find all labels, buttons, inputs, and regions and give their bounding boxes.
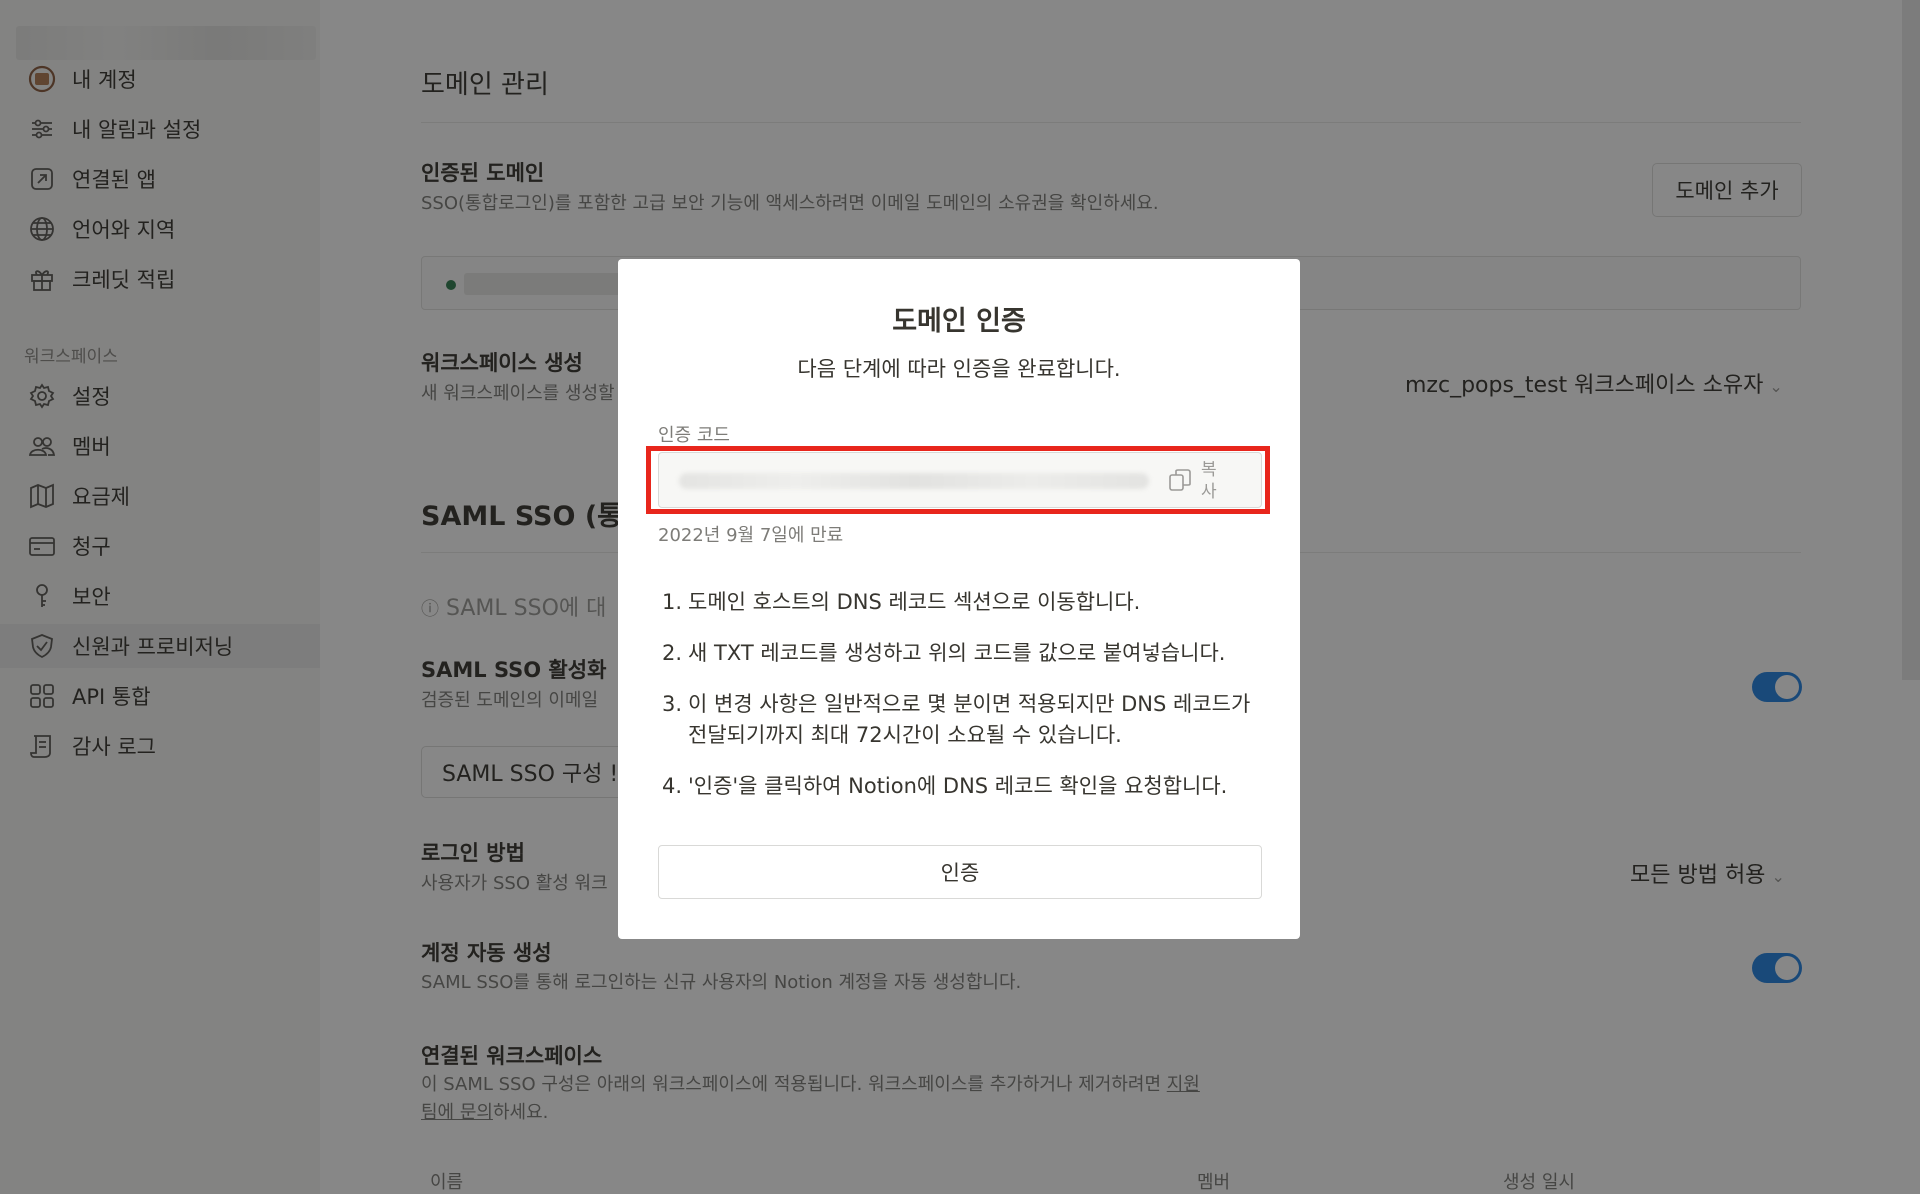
step-number: 4.: [661, 774, 682, 798]
instruction-list: 1. 도메인 호스트의 DNS 레코드 섹션으로 이동합니다. 2. 새 TXT…: [658, 587, 1270, 822]
step-number: 1.: [661, 590, 682, 614]
list-item: 2. 새 TXT 레코드를 생성하고 위의 코드를 값으로 붙여넣습니다.: [658, 638, 1270, 669]
list-item: 3. 이 변경 사항은 일반적으로 몇 분이면 적용되지만 DNS 레코드가 전…: [658, 689, 1270, 751]
scrollbar[interactable]: [1902, 0, 1920, 680]
step-text: '인증'을 클릭하여 Notion에 DNS 레코드 확인을 요청합니다.: [688, 774, 1228, 798]
verify-button[interactable]: 인증: [658, 845, 1262, 899]
step-number: 2.: [661, 641, 682, 665]
step-text: 도메인 호스트의 DNS 레코드 섹션으로 이동합니다.: [688, 590, 1141, 614]
domain-verification-dialog: 도메인 인증 다음 단계에 따라 인증을 완료합니다. 인증 코드 복사 202…: [618, 259, 1300, 939]
dialog-title: 도메인 인증: [892, 306, 1026, 337]
list-item: 1. 도메인 호스트의 DNS 레코드 섹션으로 이동합니다.: [658, 587, 1270, 618]
dialog-subtitle: 다음 단계에 따라 인증을 완료합니다.: [797, 357, 1121, 381]
step-number: 3.: [661, 692, 682, 716]
step-text: 이 변경 사항은 일반적으로 몇 분이면 적용되지만 DNS 레코드가 전달되기…: [688, 692, 1251, 747]
list-item: 4. '인증'을 클릭하여 Notion에 DNS 레코드 확인을 요청합니다.: [658, 771, 1270, 802]
highlight-box: [646, 446, 1270, 514]
code-expiry-text: 2022년 9월 7일에 만료: [658, 525, 844, 546]
step-text: 새 TXT 레코드를 생성하고 위의 코드를 값으로 붙여넣습니다.: [688, 641, 1226, 665]
verification-code-label: 인증 코드: [658, 425, 730, 446]
